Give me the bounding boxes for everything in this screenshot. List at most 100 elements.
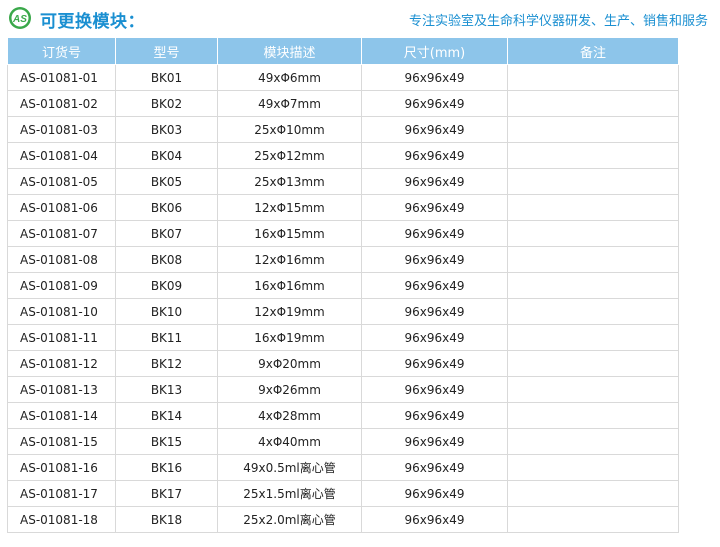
table-row: AS-01081-01 BK01 49xΦ6mm 96x96x49	[7, 64, 679, 91]
model-cell: BK09	[115, 272, 218, 299]
model-cell: BK10	[115, 298, 218, 325]
dimensions-cell: 96x96x49	[361, 428, 508, 455]
model-cell: BK13	[115, 376, 218, 403]
order-number-cell: AS-01081-10	[7, 298, 116, 325]
order-number-cell: AS-01081-13	[7, 376, 116, 403]
remarks-cell	[507, 506, 679, 533]
model-cell: BK15	[115, 428, 218, 455]
description-cell: 16xΦ19mm	[217, 324, 362, 351]
table-row: AS-01081-12 BK12 9xΦ20mm 96x96x49	[7, 350, 679, 377]
remarks-cell	[507, 64, 679, 91]
model-cell: BK03	[115, 116, 218, 143]
svg-text:AS: AS	[12, 14, 27, 25]
table-row: AS-01081-13 BK13 9xΦ26mm 96x96x49	[7, 376, 679, 403]
description-cell: 49x0.5ml离心管	[217, 454, 362, 481]
table-row: AS-01081-03 BK03 25xΦ10mm 96x96x49	[7, 116, 679, 143]
model-cell: BK02	[115, 90, 218, 117]
remarks-cell	[507, 272, 679, 299]
dimensions-cell: 96x96x49	[361, 194, 508, 221]
description-cell: 49xΦ6mm	[217, 64, 362, 91]
remarks-cell	[507, 168, 679, 195]
model-cell: BK11	[115, 324, 218, 351]
dimensions-cell: 96x96x49	[361, 298, 508, 325]
remarks-cell	[507, 376, 679, 403]
remarks-cell	[507, 454, 679, 481]
description-cell: 25xΦ10mm	[217, 116, 362, 143]
description-cell: 25xΦ13mm	[217, 168, 362, 195]
dimensions-cell: 96x96x49	[361, 64, 508, 91]
table-row: AS-01081-04 BK04 25xΦ12mm 96x96x49	[7, 142, 679, 169]
dimensions-cell: 96x96x49	[361, 90, 508, 117]
order-number-cell: AS-01081-09	[7, 272, 116, 299]
model-cell: BK08	[115, 246, 218, 273]
table-header-row: 订货号 型号 模块描述 尺寸(mm) 备注	[7, 37, 679, 65]
order-number-cell: AS-01081-14	[7, 402, 116, 429]
table-row: AS-01081-17 BK17 25x1.5ml离心管 96x96x49	[7, 480, 679, 507]
dimensions-cell: 96x96x49	[361, 376, 508, 403]
table-row: AS-01081-06 BK06 12xΦ15mm 96x96x49	[7, 194, 679, 221]
table-row: AS-01081-07 BK07 16xΦ15mm 96x96x49	[7, 220, 679, 247]
order-number-cell: AS-01081-16	[7, 454, 116, 481]
col-remarks-header: 备注	[507, 37, 679, 65]
dimensions-cell: 96x96x49	[361, 506, 508, 533]
description-cell: 16xΦ15mm	[217, 220, 362, 247]
order-number-cell: AS-01081-08	[7, 246, 116, 273]
description-cell: 25xΦ12mm	[217, 142, 362, 169]
description-cell: 12xΦ15mm	[217, 194, 362, 221]
table-row: AS-01081-18 BK18 25x2.0ml离心管 96x96x49	[7, 506, 679, 533]
order-number-cell: AS-01081-11	[7, 324, 116, 351]
order-number-cell: AS-01081-05	[7, 168, 116, 195]
model-cell: BK04	[115, 142, 218, 169]
dimensions-cell: 96x96x49	[361, 116, 508, 143]
description-cell: 9xΦ26mm	[217, 376, 362, 403]
col-model-header: 型号	[115, 37, 218, 65]
order-number-cell: AS-01081-02	[7, 90, 116, 117]
table-row: AS-01081-15 BK15 4xΦ40mm 96x96x49	[7, 428, 679, 455]
col-order-number-header: 订货号	[7, 37, 116, 65]
module-table: 订货号 型号 模块描述 尺寸(mm) 备注 AS-01081-01 BK01 49xΦ6mm…	[7, 37, 679, 533]
description-cell: 4xΦ40mm	[217, 428, 362, 455]
table-row: AS-01081-16 BK16 49x0.5ml离心管 96x96x49	[7, 454, 679, 481]
dimensions-cell: 96x96x49	[361, 168, 508, 195]
description-cell: 12xΦ16mm	[217, 246, 362, 273]
table-row: AS-01081-14 BK14 4xΦ28mm 96x96x49	[7, 402, 679, 429]
dimensions-cell: 96x96x49	[361, 324, 508, 351]
dimensions-cell: 96x96x49	[361, 142, 508, 169]
page-title: 可更换模块：	[40, 12, 145, 32]
dimensions-cell: 96x96x49	[361, 480, 508, 507]
order-number-cell: AS-01081-01	[7, 64, 116, 91]
model-cell: BK07	[115, 220, 218, 247]
table-row: AS-01081-02 BK02 49xΦ7mm 96x96x49	[7, 90, 679, 117]
remarks-cell	[507, 116, 679, 143]
model-cell: BK05	[115, 168, 218, 195]
remarks-cell	[507, 480, 679, 507]
description-cell: 25x1.5ml离心管	[217, 480, 362, 507]
model-cell: BK16	[115, 454, 218, 481]
remarks-cell	[507, 350, 679, 377]
remarks-cell	[507, 402, 679, 429]
table-header: 订货号 型号 模块描述 尺寸(mm) 备注	[7, 37, 679, 65]
model-cell: BK17	[115, 480, 218, 507]
page-header: AS 可更换模块： 专注实验室及生命科学仪器研发、生产、销售和服务	[0, 0, 720, 36]
table-row: AS-01081-09 BK09 16xΦ16mm 96x96x49	[7, 272, 679, 299]
description-cell: 49xΦ7mm	[217, 90, 362, 117]
remarks-cell	[507, 194, 679, 221]
table-row: AS-01081-11 BK11 16xΦ19mm 96x96x49	[7, 324, 679, 351]
dimensions-cell: 96x96x49	[361, 246, 508, 273]
model-cell: BK14	[115, 402, 218, 429]
description-cell: 9xΦ20mm	[217, 350, 362, 377]
col-dimensions-header: 尺寸(mm)	[361, 37, 508, 65]
dimensions-cell: 96x96x49	[361, 402, 508, 429]
dimensions-cell: 96x96x49	[361, 272, 508, 299]
order-number-cell: AS-01081-04	[7, 142, 116, 169]
description-cell: 4xΦ28mm	[217, 402, 362, 429]
remarks-cell	[507, 220, 679, 247]
order-number-cell: AS-01081-07	[7, 220, 116, 247]
table-row: AS-01081-10 BK10 12xΦ19mm 96x96x49	[7, 298, 679, 325]
order-number-cell: AS-01081-15	[7, 428, 116, 455]
model-cell: BK06	[115, 194, 218, 221]
dimensions-cell: 96x96x49	[361, 220, 508, 247]
description-cell: 16xΦ16mm	[217, 272, 362, 299]
order-number-cell: AS-01081-12	[7, 350, 116, 377]
col-module-description-header: 模块描述	[217, 37, 362, 65]
